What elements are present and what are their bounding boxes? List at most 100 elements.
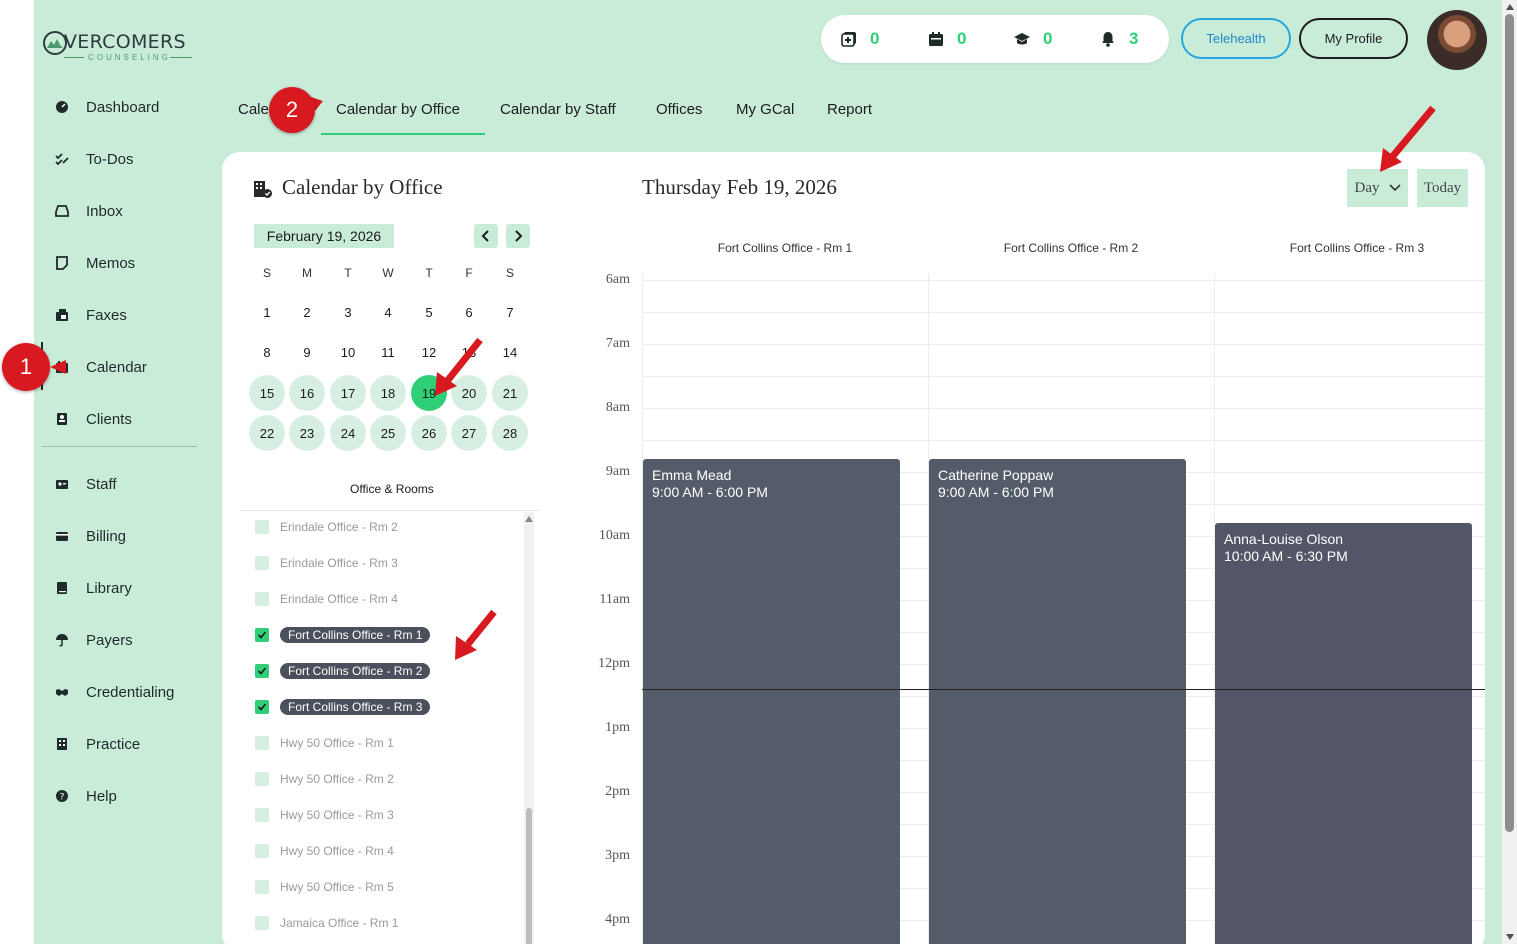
telehealth-button[interactable]: Telehealth	[1181, 18, 1291, 59]
grid-line	[642, 440, 1485, 441]
sidebar-item-library[interactable]: Library	[54, 573, 204, 603]
room-name: Fort Collins Office - Rm 2	[280, 663, 431, 679]
checkbox[interactable]	[255, 736, 269, 750]
calendar-day[interactable]: 1	[249, 294, 285, 330]
calendar-day[interactable]: 22	[249, 415, 285, 451]
sidebar-item-faxes[interactable]: Faxes	[54, 300, 204, 330]
checkbox[interactable]	[255, 880, 269, 894]
calendar-day[interactable]: 8	[249, 334, 285, 370]
calendar-day[interactable]: 27	[451, 415, 487, 451]
room-checkbox-row[interactable]: Fort Collins Office - Rm 2	[255, 661, 431, 681]
calendar-day[interactable]: 5	[411, 294, 447, 330]
calendar-day[interactable]: 20	[451, 375, 487, 411]
overcomers-logo[interactable]: VERCOMERS COUNSELING	[42, 26, 202, 66]
room-checkbox-row[interactable]: Fort Collins Office - Rm 3	[255, 697, 431, 717]
scroll-up-icon[interactable]	[525, 516, 533, 522]
view-select[interactable]: Day	[1347, 169, 1408, 207]
sidebar-item-staff[interactable]: Staff	[54, 469, 204, 499]
calendar-day[interactable]: 11	[370, 334, 406, 370]
tab-report[interactable]: Report	[827, 101, 872, 118]
calendar-day[interactable]: 13	[451, 334, 487, 370]
sidebar-item-payers[interactable]: Payers	[54, 625, 204, 655]
calendar-day-selected[interactable]: 19	[411, 375, 447, 411]
calendar-event[interactable]: Emma Mead 9:00 AM - 6:00 PM	[643, 459, 900, 944]
room-checkbox-row[interactable]: Fort Collins Office - Rm 1	[255, 625, 431, 645]
calendar-day[interactable]: 23	[289, 415, 325, 451]
calendar-day[interactable]: 12	[411, 334, 447, 370]
calendar-day[interactable]: 9	[289, 334, 325, 370]
sidebar-item-billing[interactable]: Billing	[54, 521, 204, 551]
calendar-day[interactable]: 7	[492, 294, 528, 330]
room-checkbox-row[interactable]: Hwy 50 Office - Rm 2	[255, 769, 394, 789]
mini-calendar-month[interactable]: February 19, 2026	[254, 224, 394, 248]
checkbox[interactable]	[255, 844, 269, 858]
tab-calendar-by-office[interactable]: Calendar by Office	[336, 101, 460, 118]
calendar-day[interactable]: 24	[330, 415, 366, 451]
calendar-day[interactable]: 17	[330, 375, 366, 411]
sidebar-item-practice[interactable]: Practice	[54, 729, 204, 759]
calendar-day[interactable]: 21	[492, 375, 528, 411]
checkbox[interactable]	[255, 520, 269, 534]
checkbox[interactable]	[255, 556, 269, 570]
my-profile-button[interactable]: My Profile	[1299, 18, 1408, 59]
calendar-day[interactable]: 28	[492, 415, 528, 451]
checkbox[interactable]	[255, 592, 269, 606]
active-tab-underline	[321, 133, 485, 135]
page-scroll-thumb[interactable]	[1505, 14, 1514, 832]
sidebar-item-help[interactable]: ? Help	[54, 781, 204, 811]
tab-calendar-by-staff[interactable]: Calendar by Staff	[500, 101, 616, 118]
today-button[interactable]: Today	[1417, 169, 1468, 207]
checkbox-checked[interactable]	[255, 664, 269, 678]
sidebar-item-to-dos[interactable]: To-Dos	[54, 144, 204, 174]
room-checkbox-row[interactable]: Jamaica Office - Rm 1	[255, 913, 398, 933]
calendar-day[interactable]: 10	[330, 334, 366, 370]
room-checkbox-row[interactable]: Erindale Office - Rm 4	[255, 589, 398, 609]
sidebar-item-memos[interactable]: Memos	[54, 248, 204, 278]
calendar-day[interactable]: 16	[289, 375, 325, 411]
next-month-button[interactable]	[506, 224, 530, 248]
prev-month-button[interactable]	[474, 224, 498, 248]
sidebar-item-credentialing[interactable]: Credentialing	[54, 677, 204, 707]
event-name: Catherine Poppaw	[938, 467, 1054, 483]
calendar-day[interactable]: 18	[370, 375, 406, 411]
room-checkbox-row[interactable]: Hwy 50 Office - Rm 4	[255, 841, 394, 861]
rooms-scrollbar[interactable]	[524, 512, 534, 944]
checkbox[interactable]	[255, 916, 269, 930]
hour-label: 6am	[605, 272, 630, 287]
calendar-day[interactable]: 26	[411, 415, 447, 451]
tab-offices[interactable]: Offices	[656, 101, 702, 118]
checkbox-checked[interactable]	[255, 628, 269, 642]
sidebar-item-calendar[interactable]: Calendar	[54, 352, 204, 382]
counter-trainings[interactable]: 0	[1013, 29, 1052, 49]
sidebar-item-clients[interactable]: Clients	[54, 404, 204, 434]
counter-appointments[interactable]: 0	[927, 29, 966, 49]
counter-new-notes[interactable]: 0	[840, 29, 879, 49]
scroll-up-icon[interactable]	[1506, 4, 1514, 10]
checkbox[interactable]	[255, 808, 269, 822]
room-checkbox-row[interactable]: Erindale Office - Rm 3	[255, 553, 398, 573]
sidebar-item-dashboard[interactable]: Dashboard	[54, 92, 204, 122]
calendar-day[interactable]: 25	[370, 415, 406, 451]
checkbox-checked[interactable]	[255, 700, 269, 714]
calendar-day[interactable]: 4	[370, 294, 406, 330]
checkbox[interactable]	[255, 772, 269, 786]
rooms-scroll-thumb[interactable]	[526, 808, 532, 944]
avatar[interactable]	[1427, 10, 1487, 70]
room-checkbox-row[interactable]: Hwy 50 Office - Rm 1	[255, 733, 394, 753]
calendar-event[interactable]: Anna-Louise Olson 10:00 AM - 6:30 PM	[1215, 523, 1472, 944]
counter-notifications[interactable]: 3	[1099, 29, 1138, 49]
calendar-day[interactable]: 6	[451, 294, 487, 330]
calendar-day[interactable]: 14	[492, 334, 528, 370]
scroll-down-icon[interactable]	[1506, 934, 1514, 940]
tab-my-gcal[interactable]: My GCal	[736, 101, 794, 118]
room-checkbox-row[interactable]: Erindale Office - Rm 2	[255, 517, 398, 537]
calendar-day[interactable]: 15	[249, 375, 285, 411]
sidebar-item-inbox[interactable]: Inbox	[54, 196, 204, 226]
calendar-day[interactable]: 3	[330, 294, 366, 330]
calendar-event[interactable]: Catherine Poppaw 9:00 AM - 6:00 PM	[929, 459, 1186, 944]
counter-value: 0	[957, 29, 967, 48]
room-checkbox-row[interactable]: Hwy 50 Office - Rm 5	[255, 877, 394, 897]
page-scrollbar[interactable]	[1502, 0, 1517, 944]
room-checkbox-row[interactable]: Hwy 50 Office - Rm 3	[255, 805, 394, 825]
calendar-day[interactable]: 2	[289, 294, 325, 330]
